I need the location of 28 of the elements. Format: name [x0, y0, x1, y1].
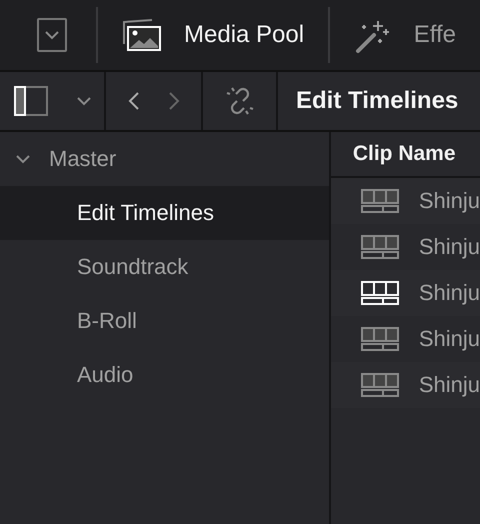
clip-name: Shinju: [418, 280, 480, 306]
dropdown-button[interactable]: [37, 18, 68, 52]
sidebar-item[interactable]: B-Roll: [0, 294, 329, 348]
timeline-icon: [360, 189, 399, 213]
breadcrumb-title: Edit Timelines: [295, 86, 458, 116]
forward-icon[interactable]: [168, 91, 180, 111]
clip-name: Shinju: [418, 326, 480, 352]
image-icon: [120, 18, 162, 52]
toolbar-tab[interactable]: Effe: [330, 15, 480, 55]
clip-name: Shinju: [418, 234, 480, 260]
sidebar-item[interactable]: Soundtrack: [0, 240, 329, 294]
column-header[interactable]: Clip Name: [352, 142, 456, 166]
sidebar-item[interactable]: Master: [0, 132, 329, 186]
timeline-icon: [360, 235, 399, 259]
chevron-down-icon: [44, 30, 60, 40]
folder-label: Master: [49, 146, 116, 172]
chevron-down-icon: [15, 154, 31, 164]
sidebar-item[interactable]: Audio: [0, 348, 329, 402]
timeline-icon: [360, 327, 399, 351]
clip-name: Shinju: [418, 188, 480, 214]
timeline-icon: [360, 373, 399, 397]
back-icon[interactable]: [128, 91, 140, 111]
clip-name: Shinju: [418, 372, 480, 398]
timeline-icon: [360, 281, 399, 305]
toolbar-tab[interactable]: Media Pool: [98, 18, 328, 52]
sidebar-toggle-icon[interactable]: [14, 86, 48, 116]
chevron-down-icon[interactable]: [76, 96, 92, 106]
sidebar-item[interactable]: Edit Timelines: [0, 186, 329, 240]
